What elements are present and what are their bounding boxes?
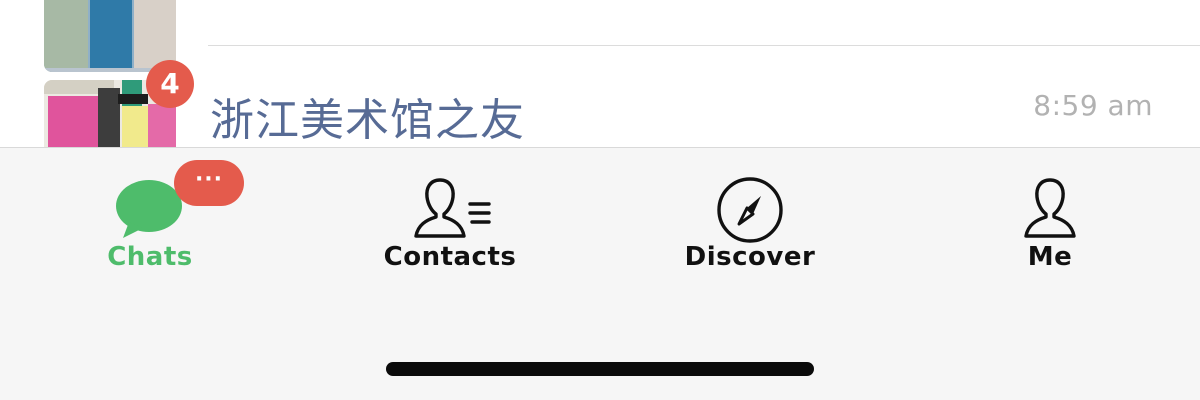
tab-label-contacts: Contacts	[383, 242, 517, 272]
tab-label-chats: Chats	[107, 242, 193, 272]
tab-label-discover: Discover	[684, 242, 816, 272]
chat-name: 浙江美术馆之友	[210, 95, 525, 146]
contacts-icon	[414, 176, 494, 244]
chat-time: 8:59 am	[1033, 89, 1153, 122]
tab-contacts[interactable]: Contacts	[300, 148, 600, 288]
tab-chats[interactable]: Chats ···	[0, 148, 300, 288]
compass-icon	[715, 176, 785, 248]
tab-discover[interactable]: Discover	[600, 148, 900, 288]
tab-me[interactable]: Me	[900, 148, 1200, 288]
wechat-screen: 浙江美术馆之友 8:59 am 4 Chats ··· Contacts Dis…	[0, 0, 1200, 400]
tab-label-me: Me	[1027, 242, 1073, 272]
more-badge: ···	[174, 160, 244, 206]
person-icon	[1015, 176, 1085, 244]
home-indicator[interactable]	[386, 362, 814, 376]
unread-count-badge: 4	[146, 60, 194, 108]
chat-row-partial[interactable]	[0, 0, 1200, 72]
